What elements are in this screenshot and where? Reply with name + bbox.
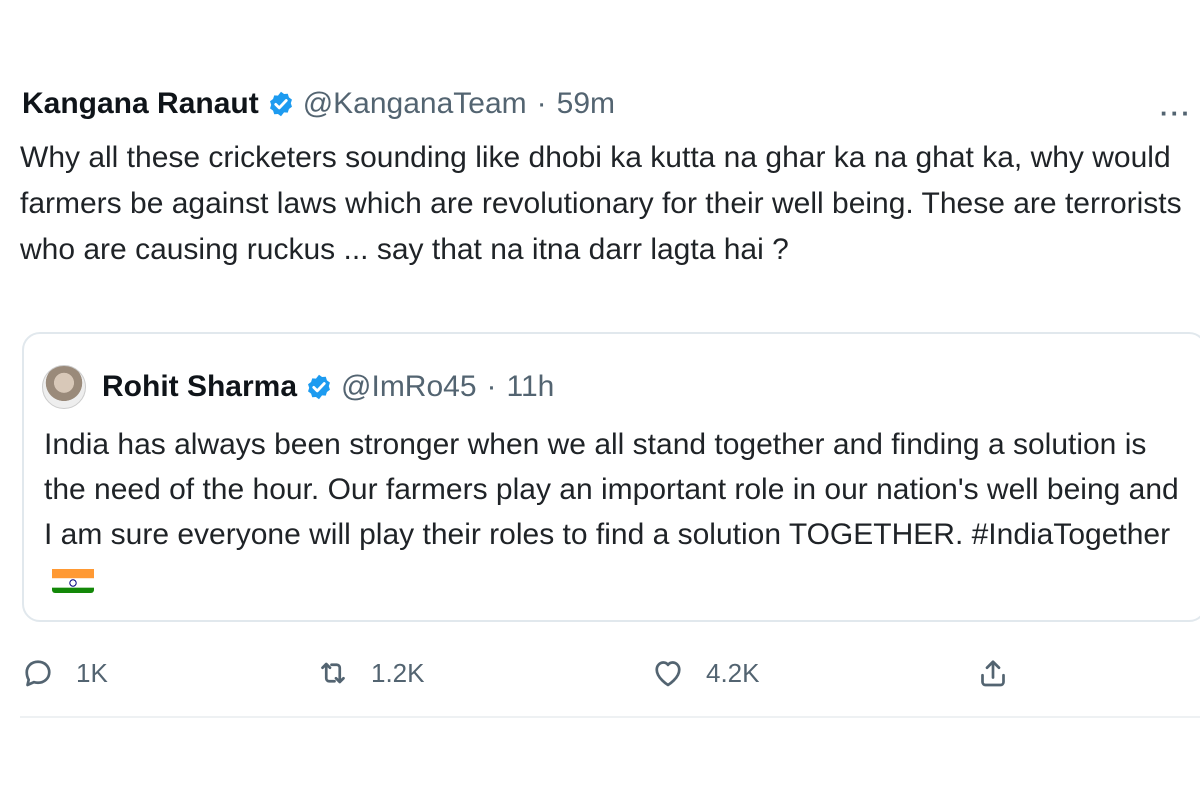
verified-badge-icon <box>269 91 292 117</box>
header-separator: · <box>536 87 547 120</box>
retweet-icon <box>321 662 345 684</box>
verified-badge-icon <box>308 374 330 400</box>
quoted-tweet-text: India has always been stronger when we a… <box>44 428 1179 551</box>
heart-icon <box>655 661 681 687</box>
author-handle[interactable]: @KanganaTeam <box>303 87 527 121</box>
tweet-timestamp[interactable]: 59m <box>557 87 615 121</box>
quoted-header-separator: · <box>486 370 497 403</box>
retweet-count: 1.2K <box>371 657 425 688</box>
retweet-button[interactable]: 1.2K <box>315 648 425 698</box>
author-name[interactable]: Kangana Ranaut <box>22 87 259 121</box>
divider <box>20 716 1200 718</box>
tweet-card: Kangana Ranaut @KanganaTeam · 59m ··· Wh… <box>0 0 1200 800</box>
quoted-tweet-text-container: India has always been stronger when we a… <box>44 422 1194 602</box>
reply-count: 1K <box>76 657 108 688</box>
tweet-text: Why all these cricketers sounding like d… <box>20 141 1190 266</box>
quoted-tweet[interactable]: Rohit Sharma @ImRo45 · 11h India has alw… <box>22 332 1200 622</box>
share-button[interactable] <box>975 648 1011 698</box>
more-options-icon[interactable]: ··· <box>1160 100 1192 126</box>
quoted-author-name: Rohit Sharma <box>102 370 298 403</box>
india-flag-emoji-icon <box>52 565 94 593</box>
quoted-author-handle: @ImRo45 <box>341 370 477 403</box>
quoted-tweet-timestamp: 11h <box>506 370 555 403</box>
reply-button[interactable]: 1K <box>20 648 108 698</box>
like-button[interactable]: 4.2K <box>650 648 760 698</box>
tweet-header: Kangana Ranaut @KanganaTeam · 59m <box>22 84 615 124</box>
quoted-tweet-header: Rohit Sharma @ImRo45 · 11h <box>42 364 554 410</box>
avatar[interactable] <box>42 365 86 409</box>
like-count: 4.2K <box>706 657 760 688</box>
share-icon <box>981 660 1005 687</box>
reply-icon <box>25 660 51 687</box>
tweet-actions: 1K 1.2K 4.2K <box>20 648 1020 698</box>
